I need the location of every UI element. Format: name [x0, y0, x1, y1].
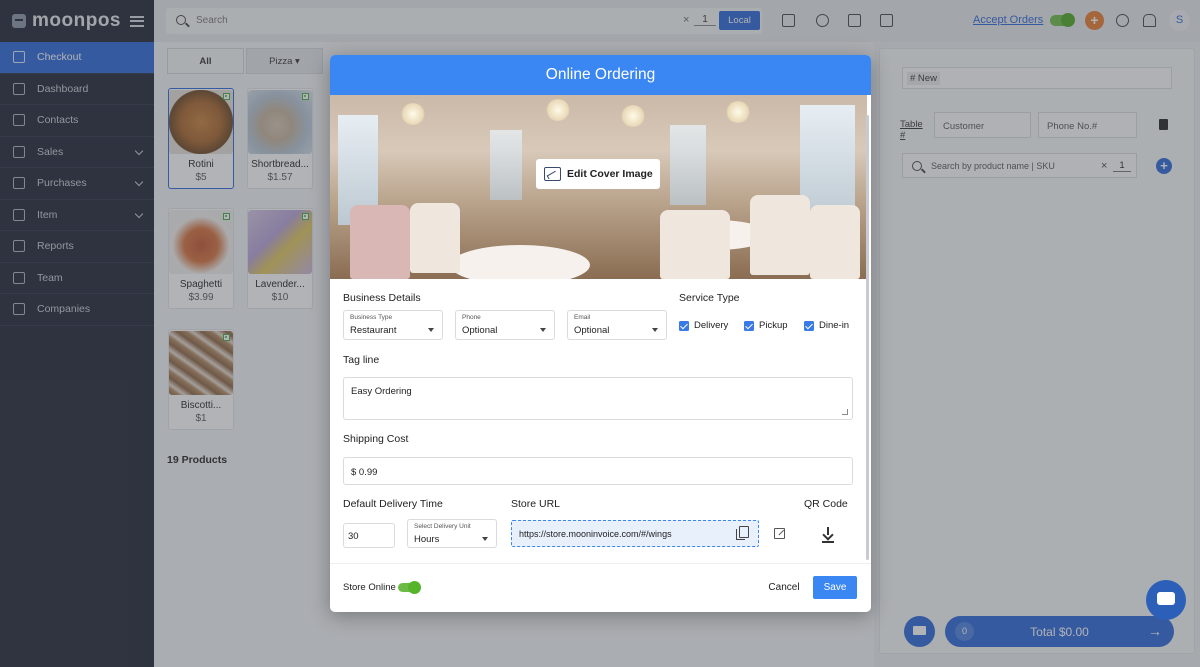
qr-code-title: QR Code	[804, 498, 848, 510]
business-type-value: Restaurant	[350, 325, 397, 336]
store-online-label: Store Online	[343, 582, 396, 593]
copy-icon[interactable]	[736, 526, 749, 540]
phone-label: Phone	[462, 314, 481, 321]
image-edit-icon	[544, 167, 561, 181]
pickup-label: Pickup	[759, 320, 788, 331]
caret-down-icon	[652, 328, 658, 332]
edit-cover-image-button[interactable]: Edit Cover Image	[536, 159, 660, 189]
resize-handle-icon[interactable]	[842, 409, 848, 415]
delivery-label: Delivery	[694, 320, 729, 331]
tag-line-value: Easy Ordering	[351, 386, 412, 397]
caret-down-icon	[428, 328, 434, 332]
open-external-icon[interactable]	[774, 528, 785, 539]
tag-line-input[interactable]: Easy Ordering	[343, 377, 853, 420]
save-button[interactable]: Save	[813, 576, 857, 599]
tag-line-title: Tag line	[343, 354, 380, 366]
phone-value: Optional	[462, 325, 498, 336]
chat-support-button[interactable]	[1146, 580, 1186, 620]
email-label: Email	[574, 314, 591, 321]
cancel-button[interactable]: Cancel	[762, 576, 806, 598]
delivery-unit-select[interactable]: Select Delivery Unit Hours	[407, 519, 497, 548]
delivery-time-input[interactable]: 30	[343, 523, 395, 548]
modal-title: Online Ordering	[330, 55, 871, 95]
modal-scrollbar[interactable]	[866, 115, 869, 560]
delivery-checkbox[interactable]	[679, 321, 689, 331]
phone-select[interactable]: Phone Optional	[455, 310, 555, 340]
business-type-label: Business Type	[350, 314, 393, 321]
store-online-toggle[interactable]	[398, 580, 421, 594]
store-url-input[interactable]: https://store.mooninvoice.com/#/wings	[511, 520, 759, 547]
download-icon[interactable]	[822, 527, 834, 541]
delivery-unit-value: Hours	[414, 534, 440, 545]
email-select[interactable]: Email Optional	[567, 310, 667, 340]
online-ordering-modal: Online Ordering Edit Cover Image Busines…	[330, 55, 871, 612]
dine-in-label: Dine-in	[819, 320, 850, 331]
service-type-title: Service Type	[679, 292, 740, 304]
pickup-checkbox[interactable]	[744, 321, 754, 331]
store-url-value: https://store.mooninvoice.com/#/wings	[519, 529, 672, 539]
cover-image: Edit Cover Image	[330, 95, 867, 279]
edit-cover-label: Edit Cover Image	[567, 168, 653, 180]
dine-in-checkbox[interactable]	[804, 321, 814, 331]
email-value: Optional	[574, 325, 610, 336]
delivery-time-title: Default Delivery Time	[343, 498, 443, 510]
delivery-unit-label: Select Delivery Unit	[414, 523, 471, 530]
shipping-cost-input[interactable]: $ 0.99	[343, 457, 853, 485]
caret-down-icon	[540, 328, 546, 332]
shipping-cost-title: Shipping Cost	[343, 433, 409, 445]
business-type-select[interactable]: Business Type Restaurant	[343, 310, 443, 340]
store-url-title: Store URL	[511, 498, 561, 510]
business-details-title: Business Details	[343, 292, 421, 304]
caret-down-icon	[482, 537, 488, 541]
